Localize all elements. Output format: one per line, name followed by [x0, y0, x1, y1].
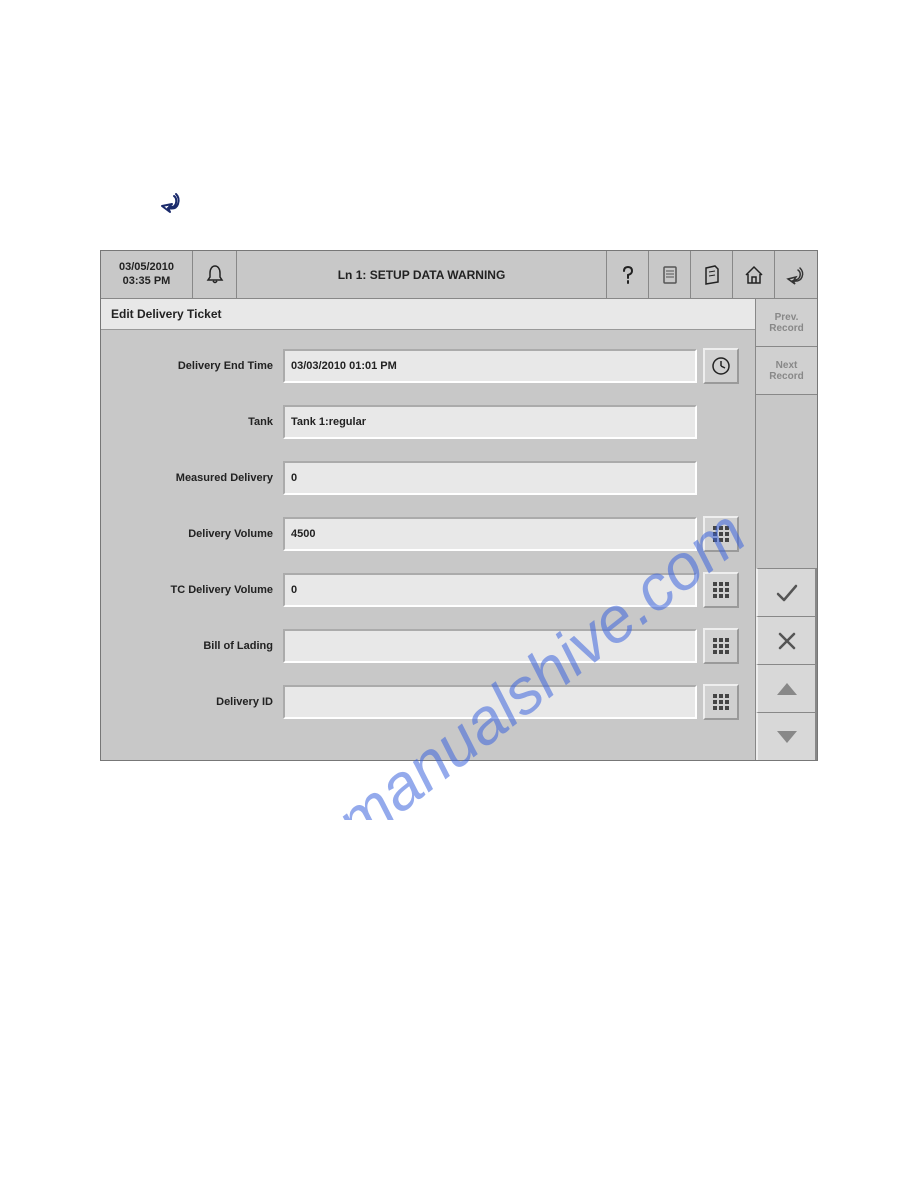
label-tank: Tank [117, 416, 283, 428]
scroll-down-button[interactable] [756, 712, 817, 760]
input-measured-delivery[interactable]: 0 [283, 461, 697, 495]
bell-icon [203, 263, 227, 287]
sidebar-spacer [756, 395, 817, 568]
prev-record-button[interactable]: Prev. Record [756, 299, 817, 347]
home-icon [742, 263, 766, 287]
label-tc-delivery-volume: TC Delivery Volume [117, 584, 283, 596]
app-panel: 03/05/2010 03:35 PM Ln 1: SETUP DATA WAR… [100, 250, 818, 761]
clock-button[interactable] [703, 348, 739, 384]
clock-icon [710, 355, 732, 377]
row-tc-delivery-volume: TC Delivery Volume 0 [117, 572, 739, 608]
form-area: Delivery End Time 03/03/2010 01:01 PM Ta… [101, 330, 755, 720]
input-delivery-volume[interactable]: 4500 [283, 517, 697, 551]
keypad-button-bill-of-lading[interactable] [703, 628, 739, 664]
back-arrow-icon [158, 188, 186, 216]
input-tank[interactable]: Tank 1:regular [283, 405, 697, 439]
back-arrow-icon [784, 263, 808, 287]
print-button[interactable] [691, 251, 733, 298]
input-delivery-end-time[interactable]: 03/03/2010 01:01 PM [283, 349, 697, 383]
keypad-button-delivery-id[interactable] [703, 684, 739, 720]
next-record-line2: Record [769, 371, 803, 382]
question-icon [616, 263, 640, 287]
row-delivery-end-time: Delivery End Time 03/03/2010 01:01 PM [117, 348, 739, 384]
printer-icon [701, 264, 723, 286]
help-button[interactable] [607, 251, 649, 298]
label-measured-delivery: Measured Delivery [117, 472, 283, 484]
row-tank: Tank Tank 1:regular [117, 404, 739, 440]
log-button[interactable] [649, 251, 691, 298]
top-toolbar: 03/05/2010 03:35 PM Ln 1: SETUP DATA WAR… [101, 251, 817, 299]
triangle-up-icon [775, 679, 799, 699]
input-bill-of-lading[interactable] [283, 629, 697, 663]
alarm-button[interactable] [193, 251, 237, 298]
triangle-down-icon [775, 727, 799, 747]
right-sidebar: Prev. Record Next Record [755, 299, 817, 760]
home-button[interactable] [733, 251, 775, 298]
section-header: Edit Delivery Ticket [101, 299, 755, 330]
row-bill-of-lading: Bill of Lading [117, 628, 739, 664]
keypad-icon [711, 692, 731, 712]
next-record-line1: Next [776, 360, 798, 371]
page-title: Ln 1: SETUP DATA WARNING [237, 251, 607, 298]
main-content: Edit Delivery Ticket Delivery End Time 0… [101, 299, 755, 760]
prev-record-line2: Record [769, 323, 803, 334]
label-delivery-end-time: Delivery End Time [117, 360, 283, 372]
confirm-button[interactable] [756, 568, 817, 616]
x-icon [776, 630, 798, 652]
next-record-button[interactable]: Next Record [756, 347, 817, 395]
keypad-icon [711, 524, 731, 544]
time-text: 03:35 PM [123, 275, 171, 288]
prev-record-line1: Prev. [775, 312, 799, 323]
input-tc-delivery-volume[interactable]: 0 [283, 573, 697, 607]
keypad-button-delivery-volume[interactable] [703, 516, 739, 552]
document-icon [659, 264, 681, 286]
keypad-icon [711, 636, 731, 656]
row-measured-delivery: Measured Delivery 0 [117, 460, 739, 496]
row-delivery-id: Delivery ID [117, 684, 739, 720]
row-delivery-volume: Delivery Volume 4500 [117, 516, 739, 552]
back-button[interactable] [775, 251, 817, 298]
datetime-display: 03/05/2010 03:35 PM [101, 251, 193, 298]
scroll-up-button[interactable] [756, 664, 817, 712]
label-delivery-id: Delivery ID [117, 696, 283, 708]
cancel-button[interactable] [756, 616, 817, 664]
check-icon [774, 580, 800, 606]
label-bill-of-lading: Bill of Lading [117, 640, 283, 652]
date-text: 03/05/2010 [119, 261, 174, 274]
keypad-button-tc-delivery-volume[interactable] [703, 572, 739, 608]
keypad-icon [711, 580, 731, 600]
label-delivery-volume: Delivery Volume [117, 528, 283, 540]
input-delivery-id[interactable] [283, 685, 697, 719]
